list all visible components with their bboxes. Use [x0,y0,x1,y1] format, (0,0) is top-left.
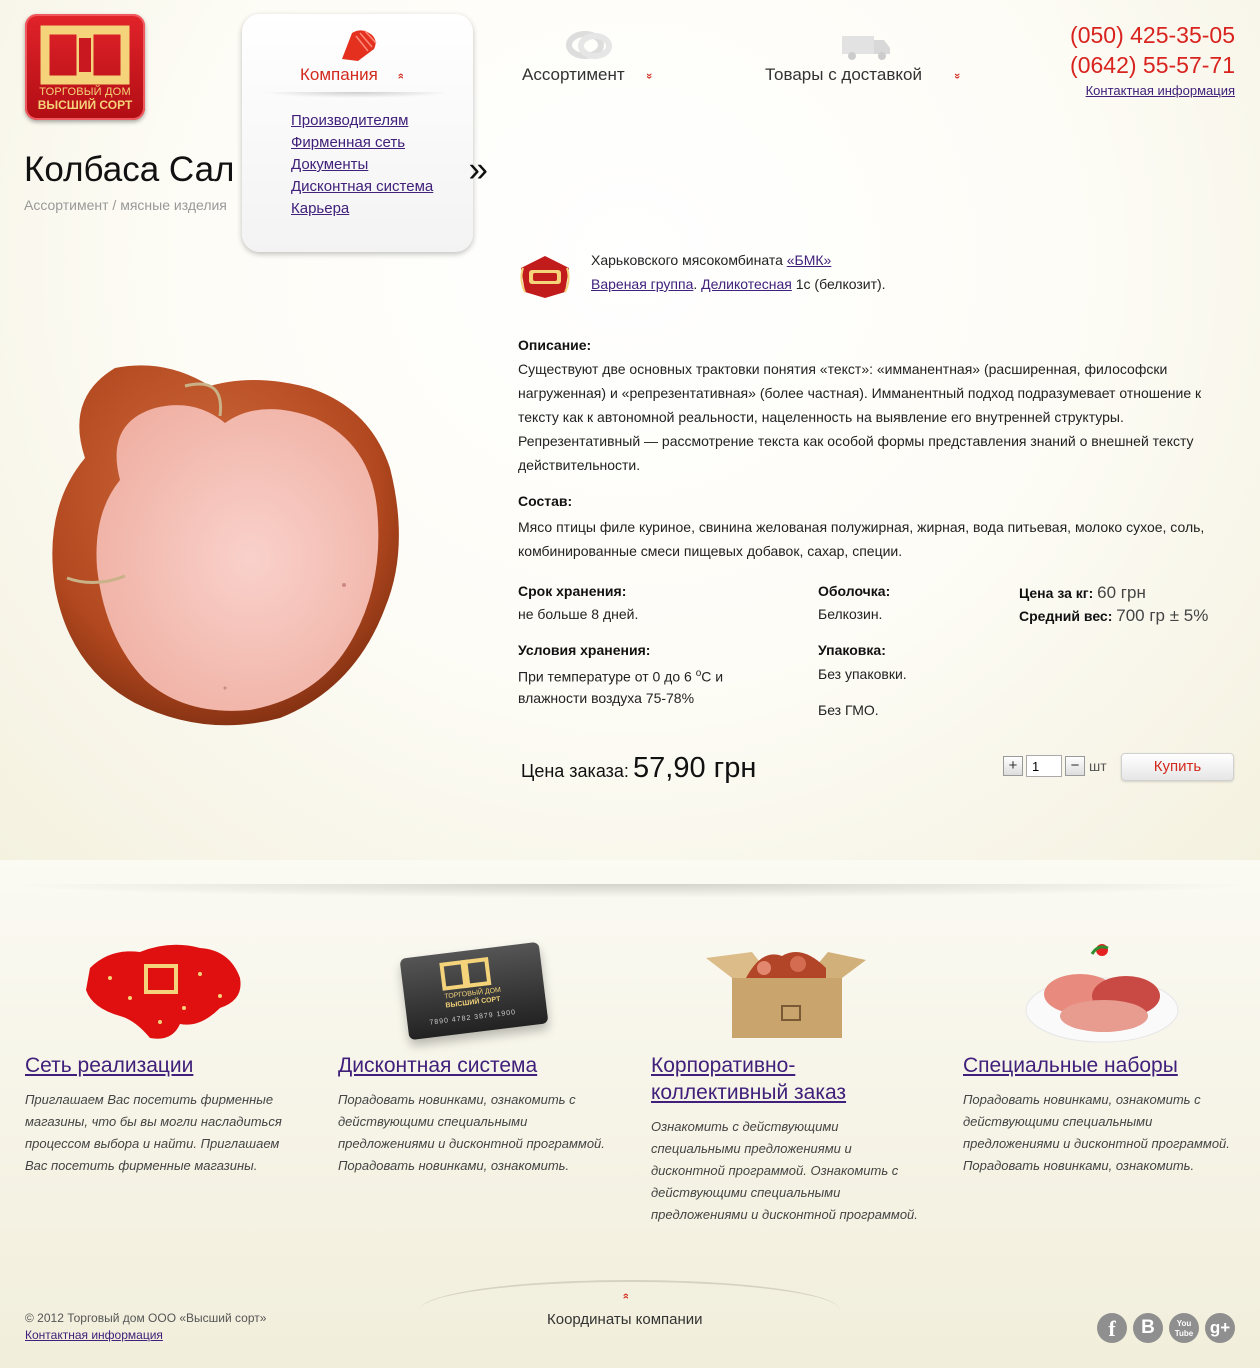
breadcrumb: Ассортимент / мясные изделия [24,197,227,213]
contact-info-link[interactable]: Контактная информация [1086,83,1235,98]
page-title-right: » [468,150,488,189]
storage-label: Условия хранения: [518,642,651,658]
avg-weight-value: 700 гр ± 5% [1116,606,1209,625]
phone-2[interactable]: (0642) 55-57-71 [1070,52,1235,79]
delivery-van-icon [842,36,890,60]
pack-label: Упаковка: [818,642,886,658]
storage-value-2: С и [701,668,724,685]
submenu-brand-network[interactable]: Фирменная сеть [291,134,405,151]
promo-title-network[interactable]: Сеть реализации [25,1052,295,1079]
nav-assortment[interactable]: Ассортимент [522,65,625,85]
card-number: 7890 4782 3879 1900 [429,1009,517,1027]
page-title-left: Колбаса Сал [24,150,235,189]
shelf-life-value: не больше 8 дней. [518,606,639,622]
nav-delivery-goods[interactable]: Товары с доставкой [765,65,922,85]
breadcrumb-assortment[interactable]: Ассортимент [24,197,109,213]
type-link[interactable]: Деликотесная [701,276,792,292]
promo-text-discount: Порадовать новинками, ознакомить с дейст… [338,1092,605,1173]
price-kg-value: 60 грн [1097,583,1146,602]
page-title: Колбаса Сал » [24,150,488,190]
maker-link[interactable]: «БМК» [787,252,832,268]
copyright: © 2012 Торговый дом ООО «Высший сорт» [25,1311,267,1325]
company-coords-link[interactable]: Координаты компании [547,1311,703,1328]
qty-unit: шт [1089,758,1107,774]
composition-title: Состав: [518,493,573,509]
breadcrumb-current: мясные изделия [120,197,227,213]
qty-plus-button[interactable]: + [1003,756,1023,776]
card-logo-icon [439,957,492,991]
facebook-icon[interactable]: f [1097,1313,1127,1343]
order-price: 57,90 грн [633,752,757,784]
group-sep: . [693,276,702,292]
grade-suffix: 1с (белкозит). [791,276,886,292]
site-logo[interactable]: ТОРГОВЫЙ ДОМ ВЫСШИЙ СОРТ [25,14,145,120]
youtube-icon[interactable]: You Tube [1169,1313,1199,1343]
vkontakte-icon[interactable]: B [1133,1313,1163,1343]
chevron-up-icon: » [620,1292,633,1300]
order-price-label: Цена заказа: [521,761,629,781]
logo-monogram-icon [40,25,130,85]
group-link[interactable]: Вареная группа [591,276,693,292]
submenu-producers[interactable]: Производителям [291,112,408,129]
chevron-up-icon: » [395,72,408,80]
sausage-ring-icon [566,31,612,59]
discount-card-image: ТОРГОВЫЙ ДОМ ВЫСШИЙ СОРТ 7890 4782 3879 … [399,941,549,1041]
buy-button[interactable]: Купить [1121,753,1234,781]
nav-divider [262,92,452,98]
footer-contact-link[interactable]: Контактная информация [25,1328,163,1342]
phone-1[interactable]: (050) 425-35-05 [1070,22,1235,49]
promo-text-sets: Порадовать новинками, ознакомить с дейст… [963,1092,1230,1173]
product-image [52,365,399,726]
avg-weight-label: Средний вес: [1019,608,1113,624]
maker-prefix: Харьковского мясокомбината [591,252,787,268]
price-kg: Цена за кг: 60 грн [1019,583,1146,603]
logo-line1: ТОРГОВЫЙ ДОМ [39,86,131,98]
gift-box-image [706,952,866,1038]
description-text: Существуют две основных трактовки поняти… [518,361,1202,473]
maker-line: Харьковского мясокомбината «БМК» [591,252,831,268]
gmo-value: Без ГМО. [818,702,879,718]
ukraine-map-icon [86,944,241,1039]
meat-plant-badge-icon [520,256,570,298]
google-plus-icon[interactable]: g+ [1205,1313,1235,1343]
composition-text: Мясо птицы филе куриное, свинина желован… [518,519,1205,559]
casing-label: Оболочка: [818,583,891,599]
avg-weight: Средний вес: 700 гр ± 5% [1019,606,1208,626]
chevron-down-icon: » [951,72,964,80]
pack-value: Без упаковки. [818,666,907,682]
price-kg-label: Цена за кг: [1019,585,1094,601]
promo-title-sets[interactable]: Специальные наборы [963,1052,1233,1079]
submenu-career[interactable]: Карьера [291,200,349,217]
casing-value: Белкозин. [818,606,883,622]
nav-company[interactable]: Компания [300,65,378,85]
chevron-down-icon: » [643,72,656,80]
meat-platter-image [1025,944,1179,1043]
description-title: Описание: [518,337,592,353]
group-line: Вареная группа. Деликотесная 1с (белкози… [591,276,886,292]
qty-minus-button[interactable]: − [1065,756,1085,776]
storage-value: При температуре от 0 до 6 oС и [518,662,723,689]
breadcrumb-sep: / [108,197,121,213]
promo-text-network: Приглашаем Вас посетить фирменные магази… [25,1092,282,1173]
storage-value-1: При температуре от 0 до 6 [518,668,696,685]
promo-title-discount[interactable]: Дисконтная система [338,1052,608,1079]
shelf-life-label: Срок хранения: [518,583,627,599]
promo-text-corporate: Ознакомить с действующими специальными п… [651,1119,918,1222]
promo-title-corporate[interactable]: Корпоративно-коллективный заказ [651,1052,921,1106]
section-separator [0,884,1260,898]
sausage-slice-icon [342,30,377,61]
logo-line2: ВЫСШИЙ СОРТ [37,98,133,112]
storage-value-3: влажности воздуха 75-78% [518,690,695,706]
qty-input[interactable] [1026,755,1062,777]
